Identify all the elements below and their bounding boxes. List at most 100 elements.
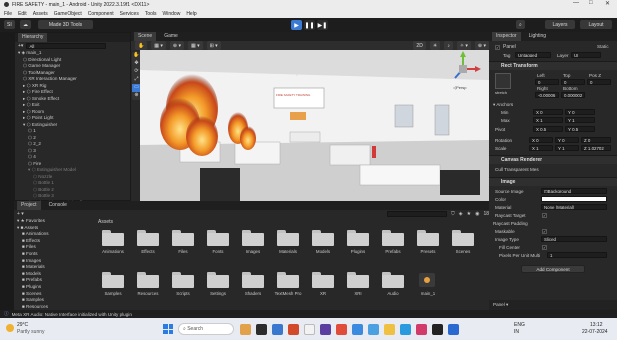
asset-folder-icon[interactable]: [207, 230, 229, 246]
top-field[interactable]: 0: [561, 79, 585, 85]
asset-label[interactable]: Presets: [411, 249, 445, 254]
asset-folder-icon[interactable]: [417, 230, 439, 246]
tag-dropdown[interactable]: Untagged: [515, 52, 551, 58]
image-header[interactable]: Image: [489, 177, 617, 186]
asset-label[interactable]: Samples: [96, 291, 130, 296]
audio-toggle[interactable]: ♪: [444, 41, 453, 50]
inspector-footer[interactable]: Panel ▾: [489, 300, 617, 310]
fill-center-checkbox[interactable]: ✓: [542, 245, 547, 250]
terminal-icon[interactable]: [256, 324, 267, 335]
office-icon[interactable]: [288, 324, 299, 335]
menu-file[interactable]: File: [4, 11, 12, 17]
material-field[interactable]: None (Material): [541, 204, 607, 210]
hierarchy-search-input[interactable]: All: [26, 43, 107, 49]
account-button[interactable]: SI: [4, 20, 15, 29]
asset-label[interactable]: main_1: [411, 291, 445, 296]
image-type-dropdown[interactable]: Sliced: [541, 236, 607, 242]
raycast-padding-foldout[interactable]: Raycast Padding: [493, 221, 528, 226]
visual-studio-icon[interactable]: [320, 324, 331, 335]
scale-z[interactable]: Z 1.02702: [581, 145, 611, 151]
maskable-checkbox[interactable]: ✓: [542, 229, 547, 234]
project-tree-item[interactable]: ■ Animations: [14, 231, 94, 238]
asset-label[interactable]: Files: [166, 249, 200, 254]
persp-label[interactable]: ◁Persp: [453, 85, 467, 90]
close-button[interactable]: ✕: [605, 0, 610, 7]
project-tree-item[interactable]: ▾ ■ Assets: [14, 225, 94, 232]
bottom-field[interactable]: 0.000002: [561, 92, 585, 98]
tab-scene[interactable]: Scene: [134, 32, 157, 41]
scale-y[interactable]: Y 1: [555, 145, 579, 151]
add-component-button[interactable]: Add Component: [521, 265, 585, 273]
anchor-max-x[interactable]: X 1: [533, 117, 563, 123]
asset-label[interactable]: Settings: [201, 291, 235, 296]
menu-gameobject[interactable]: GameObject: [54, 11, 82, 17]
asset-folder-icon[interactable]: [242, 272, 264, 288]
project-tree-item[interactable]: ■ Plugins: [14, 284, 94, 291]
left-field[interactable]: 0: [535, 79, 559, 85]
asset-folder-icon[interactable]: [347, 272, 369, 288]
vscode-icon[interactable]: [400, 324, 411, 335]
asset-folder-icon[interactable]: [172, 230, 194, 246]
asset-folder-icon[interactable]: [417, 272, 439, 288]
anchor-preset-icon[interactable]: [495, 73, 511, 89]
project-add-button[interactable]: + ▾: [17, 211, 24, 217]
eye-icon[interactable]: ◉: [475, 211, 479, 217]
project-tree-item[interactable]: ■ Samples: [14, 297, 94, 304]
tab-lighting[interactable]: Lighting: [525, 32, 551, 41]
project-tree-item[interactable]: ■ Effects: [14, 238, 94, 245]
effects-dropdown[interactable]: ✧ ▾: [456, 41, 471, 50]
clock-time[interactable]: 13:12: [590, 322, 603, 328]
rotation-x[interactable]: X 0: [529, 137, 553, 143]
menu-assets[interactable]: Assets: [33, 11, 48, 17]
app-icon[interactable]: [336, 324, 347, 335]
filter-icon[interactable]: ⛉: [451, 211, 455, 217]
pivot-dropdown[interactable]: ⊕ ▾: [169, 41, 184, 50]
project-tree-item[interactable]: ■ Scenes: [14, 291, 94, 298]
pivot-x[interactable]: X 0.5: [533, 126, 563, 132]
anchor-min-x[interactable]: X 0: [533, 109, 563, 115]
status-message[interactable]: Meta XR Audio: Native Interface initiali…: [12, 312, 132, 317]
play-button[interactable]: ▶: [291, 20, 302, 30]
project-search-input[interactable]: [386, 211, 447, 217]
anchor-max-y[interactable]: Y 1: [565, 117, 595, 123]
anchors-foldout[interactable]: ▾ Anchors: [493, 102, 513, 108]
taskbar-search[interactable]: ⌕ Search: [178, 323, 234, 335]
tab-hierarchy[interactable]: Hierarchy: [18, 33, 48, 42]
asset-folder-icon[interactable]: [137, 230, 159, 246]
project-tree-item[interactable]: ■ Materials: [14, 264, 94, 271]
step-button[interactable]: ▶❚: [317, 20, 328, 30]
asset-label[interactable]: Models: [306, 249, 340, 254]
asset-label[interactable]: Scripts: [166, 291, 200, 296]
posz-field[interactable]: 0: [587, 79, 611, 85]
tab-console[interactable]: Console: [45, 201, 71, 210]
windows-start-icon[interactable]: [163, 324, 173, 334]
file-explorer-icon[interactable]: [240, 324, 251, 335]
project-tree-item[interactable]: ■ Prefabs: [14, 277, 94, 284]
mail-icon[interactable]: [368, 324, 379, 335]
unity-hub-icon[interactable]: [432, 324, 443, 335]
draw-mode-dropdown[interactable]: ▦ ▾: [151, 41, 166, 50]
scale-x[interactable]: X 1: [529, 145, 553, 151]
asset-label[interactable]: Resources: [131, 291, 165, 296]
ppu-field[interactable]: 1: [547, 252, 607, 258]
pivot-y[interactable]: Y 0.5: [565, 126, 595, 132]
store-icon[interactable]: [352, 324, 363, 335]
label-icon[interactable]: ◈: [459, 211, 463, 217]
minimize-button[interactable]: —: [573, 0, 579, 6]
project-tree-item[interactable]: ■ Fonts: [14, 251, 94, 258]
layout-dropdown[interactable]: Layout: [580, 20, 612, 29]
asset-folder-icon[interactable]: [242, 230, 264, 246]
pause-button[interactable]: ❚❚: [304, 20, 315, 30]
star-icon[interactable]: ★: [467, 211, 471, 217]
active-checkbox[interactable]: ✓: [495, 45, 500, 50]
app2-icon[interactable]: [416, 324, 427, 335]
static-label[interactable]: Static: [597, 44, 609, 49]
project-tree-item[interactable]: ▾ ★ Favorites: [14, 218, 94, 225]
anchor-min-y[interactable]: Y 0: [565, 109, 595, 115]
rotation-z[interactable]: Z 0: [581, 137, 611, 143]
layer-dropdown[interactable]: UI: [571, 52, 601, 58]
asset-label[interactable]: TextMesh Pro: [271, 291, 305, 296]
gizmos-dropdown[interactable]: ⊕ ▾: [474, 41, 489, 50]
clock-date[interactable]: 22-07-2024: [582, 329, 608, 335]
tab-project[interactable]: Project: [17, 201, 41, 210]
